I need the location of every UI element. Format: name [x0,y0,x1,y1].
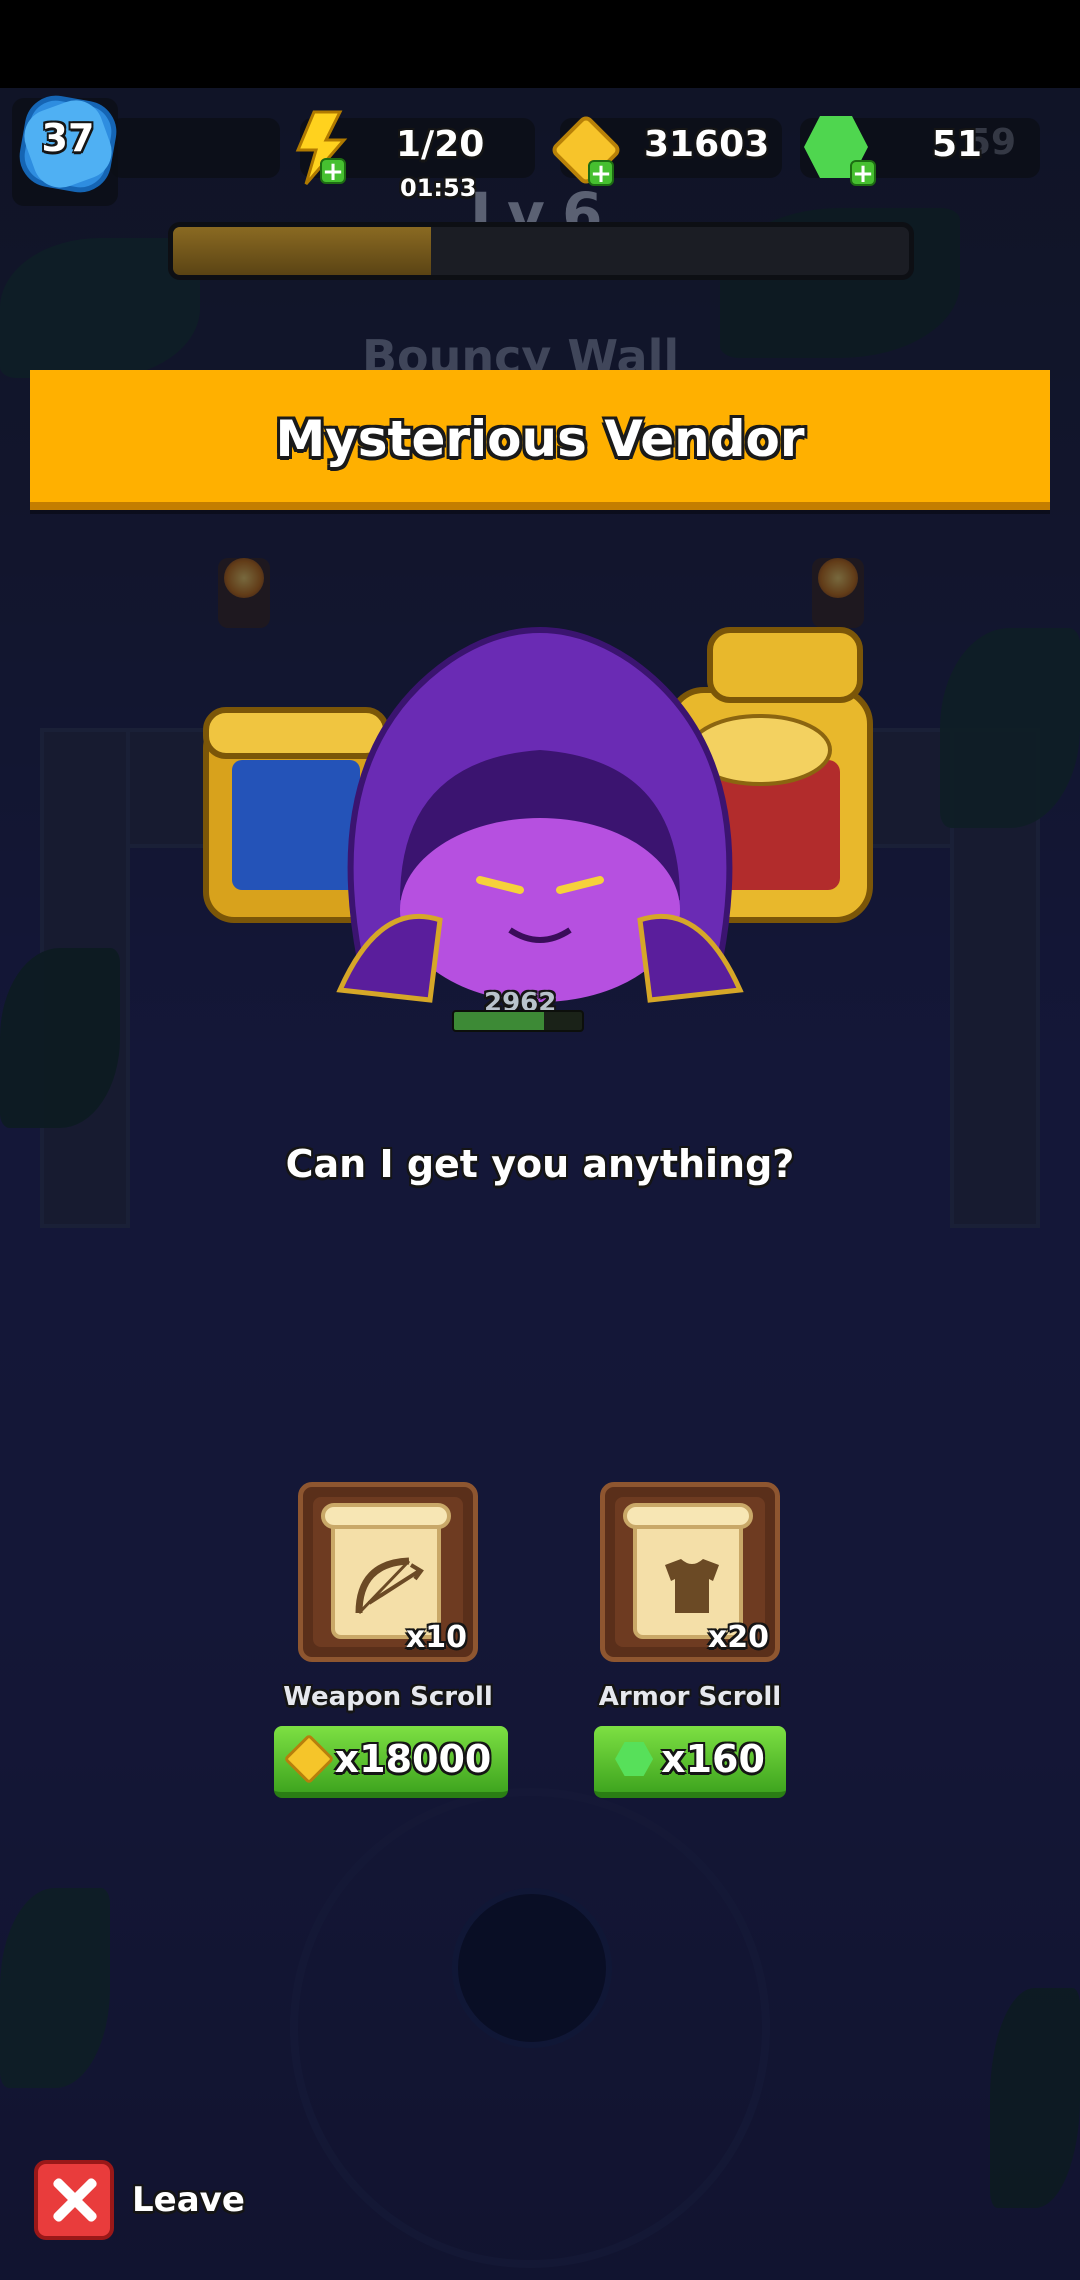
buy-armor-scroll-button[interactable]: x160 [594,1726,786,1798]
energy-count: 1/20 [396,124,485,165]
vendor-banner: Mysterious Vendor [30,370,1050,510]
offer-quantity: x20 [707,1620,769,1655]
stage-progress-bar [168,222,914,280]
vendor-illustration [203,627,873,1003]
enemy-hp-fill [454,1012,544,1030]
bow-scroll-icon [355,1557,424,1615]
enemy-hp-bar [452,1010,584,1032]
offer-quantity: x10 [405,1620,467,1655]
gold-count: 31603 [644,124,770,165]
gold-coin-icon [283,1733,335,1785]
system-status-bar [0,0,1080,88]
level-bar [110,118,280,178]
player-level-badge[interactable]: 37 [14,90,122,198]
hooded-vendor-icon [336,627,744,1003]
gem-count: 51 [932,124,983,165]
add-gems-button[interactable]: + [850,160,876,187]
close-icon [34,2160,114,2240]
leave-label: Leave [132,2180,245,2220]
leave-button[interactable]: Leave [34,2160,245,2240]
offer-card[interactable]: x20 [600,1482,780,1662]
offer-price: x160 [661,1737,765,1781]
offer-name: Weapon Scroll [283,1682,493,1712]
offer-name: Armor Scroll [598,1682,782,1712]
armor-scroll-icon [665,1559,719,1613]
offer-card[interactable]: x10 [298,1482,478,1662]
buy-weapon-scroll-button[interactable]: x18000 [274,1726,508,1798]
gem-icon [615,1742,654,1776]
add-energy-button[interactable]: + [320,158,346,185]
offer-price: x18000 [334,1737,492,1781]
vendor-title: Mysterious Vendor [275,410,805,468]
vendor-prompt: Can I get you anything? [285,1142,795,1186]
stage-progress-fill [173,227,431,275]
player-level: 37 [41,116,95,160]
energy-timer: 01:53 [400,174,477,202]
